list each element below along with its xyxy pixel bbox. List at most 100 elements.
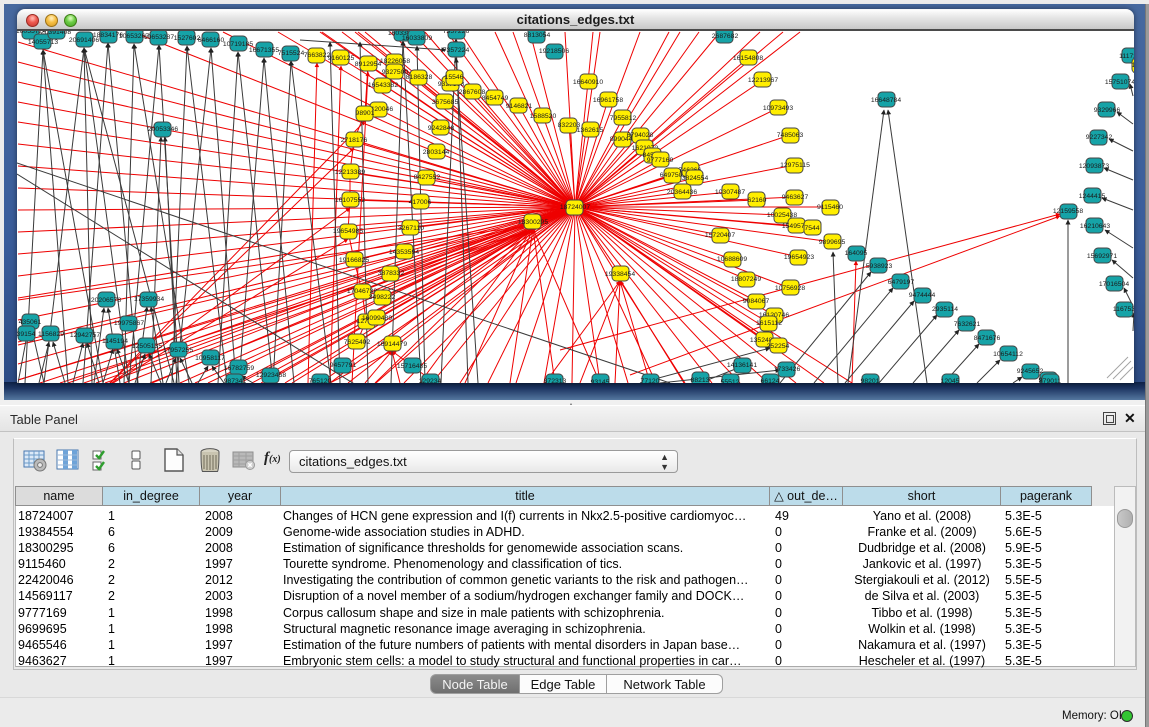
svg-text:19654923: 19654923: [784, 254, 814, 261]
svg-text:15546: 15546: [445, 74, 464, 81]
svg-text:1733426: 1733426: [774, 366, 801, 373]
svg-text:98201: 98201: [861, 378, 880, 383]
svg-text:9463627: 9463627: [782, 194, 809, 201]
svg-text:2718176: 2718176: [341, 137, 368, 144]
svg-text:16782759: 16782759: [224, 365, 254, 372]
svg-text:6466160: 6466160: [198, 37, 225, 44]
svg-text:1145194: 1145194: [102, 338, 128, 345]
svg-text:9327500: 9327500: [382, 69, 409, 76]
svg-text:17957255: 17957255: [163, 347, 193, 354]
svg-text:1615112: 1615112: [756, 320, 782, 327]
svg-text:7357226: 7357226: [443, 31, 470, 35]
svg-text:12045: 12045: [941, 378, 960, 383]
svg-text:18807249: 18807249: [731, 276, 761, 283]
svg-text:9160125: 9160125: [328, 55, 355, 62]
svg-text:19166825: 19166825: [339, 257, 369, 264]
svg-text:8471676: 8471676: [974, 335, 1001, 342]
svg-text:11325: 11325: [1132, 62, 1134, 69]
svg-text:129234: 129234: [419, 378, 442, 383]
svg-text:12213389: 12213389: [335, 169, 365, 176]
svg-text:20364436: 20364436: [667, 189, 697, 196]
svg-text:2935114: 2935114: [932, 306, 958, 313]
svg-text:9146821: 9146821: [506, 103, 533, 110]
svg-text:164095: 164095: [845, 250, 868, 257]
svg-text:10654112: 10654112: [993, 351, 1023, 358]
svg-text:116753: 116753: [1113, 306, 1134, 313]
svg-text:18724007: 18724007: [560, 204, 590, 211]
svg-text:16914479: 16914479: [377, 341, 407, 348]
svg-text:1362615: 1362615: [577, 127, 604, 134]
svg-text:10973493: 10973493: [763, 105, 793, 112]
svg-text:16154808: 16154808: [733, 55, 763, 62]
svg-text:12505135: 12505135: [132, 343, 162, 350]
svg-text:7955812: 7955812: [610, 115, 637, 122]
svg-text:16033809: 16033809: [402, 35, 432, 42]
svg-text:17359934: 17359934: [134, 296, 164, 303]
svg-text:3878332: 3878332: [378, 270, 405, 277]
svg-text:111721: 111721: [1119, 53, 1134, 60]
svg-text:12942757: 12942757: [70, 332, 100, 339]
svg-text:77120: 77120: [641, 378, 660, 383]
svg-text:19338454: 19338454: [605, 271, 635, 278]
svg-text:9474444: 9474444: [909, 292, 936, 299]
svg-text:252254: 252254: [767, 343, 790, 350]
svg-text:39154: 39154: [17, 331, 36, 338]
svg-text:12159558: 12159558: [1053, 208, 1083, 215]
svg-text:14055713: 14055713: [28, 39, 58, 46]
svg-text:3675685: 3675685: [432, 99, 459, 106]
svg-text:9115460: 9115460: [817, 204, 843, 211]
svg-text:987341: 987341: [224, 378, 247, 383]
svg-text:17016504: 17016504: [1099, 281, 1129, 288]
svg-text:1244415: 1244415: [1079, 193, 1106, 200]
svg-text:765120: 765120: [309, 378, 332, 383]
svg-text:16671355: 16671355: [249, 47, 279, 54]
svg-text:9245652: 9245652: [1017, 368, 1044, 375]
svg-text:7515524: 7515524: [278, 50, 305, 57]
svg-text:19218506: 19218506: [539, 48, 569, 55]
svg-text:3498222: 3498222: [369, 294, 396, 301]
svg-text:879011: 879011: [1039, 378, 1061, 383]
svg-text:9084067: 9084067: [743, 298, 770, 305]
svg-text:19654985: 19654985: [333, 228, 363, 235]
svg-text:20053346: 20053346: [148, 126, 178, 133]
svg-text:9899695: 9899695: [819, 239, 846, 246]
svg-text:2687682: 2687682: [712, 33, 739, 40]
svg-text:1527602: 1527602: [174, 35, 201, 42]
svg-text:14136141: 14136141: [727, 362, 757, 369]
svg-text:10756928: 10756928: [775, 285, 805, 292]
svg-text:435061: 435061: [19, 319, 42, 326]
svg-text:8454749: 8454749: [482, 95, 509, 102]
svg-text:8813054: 8813054: [524, 32, 551, 39]
svg-text:15692971: 15692971: [1087, 253, 1117, 260]
svg-text:3824554: 3824554: [682, 175, 709, 182]
svg-text:12093873: 12093873: [1079, 163, 1109, 170]
svg-text:8427552: 8427552: [414, 174, 441, 181]
svg-text:20391408: 20391408: [41, 31, 71, 36]
svg-text:16099489: 16099489: [362, 315, 392, 322]
svg-text:1588520: 1588520: [530, 113, 557, 120]
svg-text:10958117: 10958117: [195, 355, 225, 362]
svg-text:55512: 55512: [721, 379, 740, 383]
svg-text:66124: 66124: [761, 378, 780, 383]
svg-text:15751074: 15751074: [1105, 79, 1134, 86]
svg-text:9242848: 9242848: [428, 125, 455, 132]
svg-text:5938923: 5938923: [866, 263, 893, 270]
svg-text:18300295: 18300295: [518, 219, 548, 226]
svg-text:7544: 7544: [804, 225, 819, 232]
svg-text:16210643: 16210643: [1080, 223, 1110, 230]
svg-text:15720407: 15720407: [705, 232, 735, 239]
svg-text:6479197: 6479197: [888, 279, 915, 286]
svg-text:62160: 62160: [748, 197, 767, 204]
svg-text:10307487: 10307487: [715, 189, 745, 196]
svg-text:417006: 417006: [409, 199, 432, 206]
svg-text:16107552: 16107552: [335, 197, 365, 204]
svg-text:7357224: 7357224: [443, 47, 470, 54]
svg-text:16648784: 16648784: [871, 97, 901, 104]
svg-text:8912954: 8912954: [355, 61, 382, 68]
svg-text:12213967: 12213967: [748, 77, 778, 84]
svg-text:98901: 98901: [356, 110, 375, 117]
svg-text:872313: 872313: [544, 378, 567, 383]
svg-text:9777169: 9777169: [647, 157, 674, 164]
svg-text:12923468: 12923468: [256, 372, 286, 379]
svg-text:10653287: 10653287: [144, 34, 174, 41]
